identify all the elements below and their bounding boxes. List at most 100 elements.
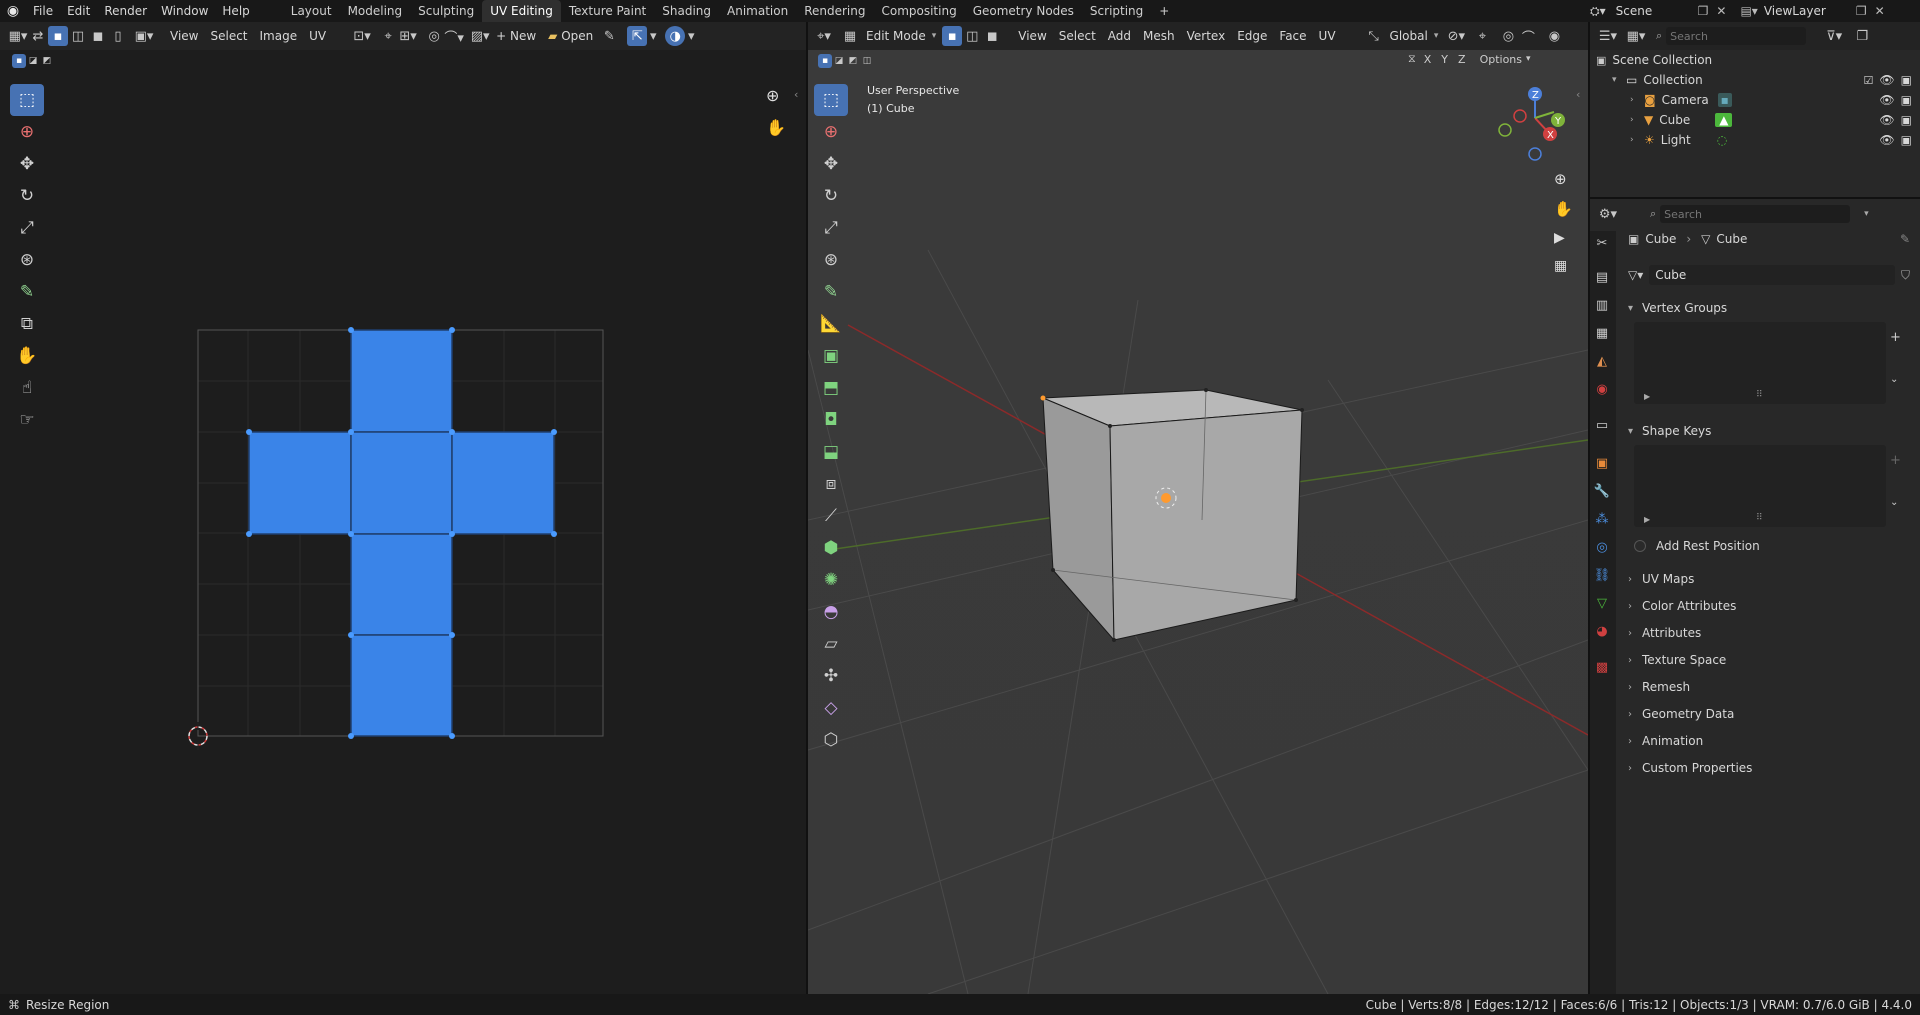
panel-vertex-groups[interactable]: ▾ Vertex Groups: [1628, 297, 1910, 319]
view-layer-name[interactable]: ViewLayer: [1764, 4, 1856, 18]
camera-visibility-icon[interactable]: 👁: [1879, 93, 1894, 107]
uv-canvas[interactable]: [0, 22, 806, 994]
vp-tool-move[interactable]: ✥: [814, 148, 848, 180]
vp-tool-loop-cut[interactable]: ⧈: [814, 468, 848, 500]
scene-collection-row[interactable]: ▣ Scene Collection: [1596, 50, 1712, 70]
edge-mode-icon[interactable]: ◫: [962, 26, 982, 46]
cube-mesh[interactable]: [1042, 389, 1303, 642]
cube-visibility-icon[interactable]: 👁: [1879, 113, 1894, 127]
mesh-name-field[interactable]: [1649, 265, 1895, 285]
vp-zoom-icon[interactable]: ⊕: [1554, 170, 1567, 188]
vp-tool-add-cube[interactable]: ▣: [814, 340, 848, 372]
add-rest-position-checkbox[interactable]: [1634, 540, 1646, 552]
menu-window[interactable]: Window: [154, 0, 215, 22]
outliner-search-input[interactable]: [1666, 27, 1807, 45]
cube-mesh-data-icon[interactable]: ▲: [1715, 113, 1733, 127]
collection-exclude-checkbox[interactable]: ☑: [1864, 74, 1874, 87]
vp-ortho-icon[interactable]: ▦: [1554, 258, 1567, 274]
add-rest-position-row[interactable]: Add Rest Position: [1634, 536, 1760, 556]
properties-type-icon[interactable]: ⚙▾: [1598, 204, 1618, 224]
tab-world-icon[interactable]: ◉: [1591, 378, 1613, 400]
collection-visibility-icon[interactable]: 👁: [1879, 73, 1894, 87]
vp-collapse-icon[interactable]: ‹: [1576, 88, 1580, 101]
options-dropdown-icon[interactable]: ▾: [1526, 54, 1531, 64]
collection-expand-icon[interactable]: ▾: [1612, 75, 1626, 85]
vp-select-invert-icon[interactable]: ◫: [860, 54, 874, 68]
vertex-group-menu-icon[interactable]: ⌄: [1890, 374, 1898, 385]
panel-custom-properties[interactable]: › Custom Properties: [1628, 757, 1910, 779]
edit-mode-icon[interactable]: ▦: [840, 26, 860, 46]
vertex-groups-expand-icon[interactable]: ▶: [1644, 392, 1650, 401]
vp-tool-spin[interactable]: ✺: [814, 564, 848, 596]
vp-pan-icon[interactable]: ✋: [1554, 200, 1573, 218]
vertex-mode-icon[interactable]: ▪: [942, 26, 963, 46]
tab-output-icon[interactable]: ▥: [1591, 294, 1613, 316]
tab-rendering[interactable]: Rendering: [796, 0, 873, 22]
pivot-point-icon[interactable]: ⊘▾: [1446, 26, 1466, 46]
menu-help[interactable]: Help: [215, 0, 256, 22]
mode-dropdown-icon[interactable]: ▾: [932, 31, 937, 41]
tab-texture-paint[interactable]: Texture Paint: [561, 0, 654, 22]
orientation-selector[interactable]: Global: [1384, 26, 1434, 46]
transform-orientation-icon[interactable]: ⤡: [1364, 26, 1384, 46]
tab-layout[interactable]: Layout: [283, 0, 340, 22]
vp-tool-annotate[interactable]: ✎: [814, 276, 848, 308]
tab-modifiers-icon[interactable]: 🔧: [1591, 480, 1613, 502]
mirror-y[interactable]: Y: [1441, 53, 1448, 66]
vp-select-new-icon[interactable]: ▪: [818, 54, 832, 68]
add-workspace-button[interactable]: +: [1151, 0, 1177, 22]
vp-menu-edge[interactable]: Edge: [1231, 26, 1273, 46]
mirror-icon[interactable]: ⧖: [1408, 52, 1416, 66]
tab-shading[interactable]: Shading: [654, 0, 719, 22]
display-mode-icon[interactable]: ▦▾: [1626, 26, 1646, 46]
light-visibility-icon[interactable]: 👁: [1879, 133, 1894, 147]
scene-icon[interactable]: ⛭▾: [1590, 4, 1606, 19]
vp-tool-select-box[interactable]: ⬚: [814, 84, 848, 116]
panel-geometry-data[interactable]: › Geometry Data: [1628, 703, 1910, 725]
vp-tool-rip[interactable]: ⬡: [814, 724, 848, 756]
panel-shape-keys[interactable]: ▾ Shape Keys: [1628, 420, 1910, 442]
mesh-browse-icon[interactable]: ▽▾: [1628, 268, 1643, 282]
collection-render-icon[interactable]: ▣: [1901, 73, 1912, 87]
tab-particles-icon[interactable]: ⁂: [1591, 508, 1613, 530]
vertex-groups-resize-icon[interactable]: ⠿: [1756, 390, 1763, 400]
vp-camera-icon[interactable]: ▶: [1554, 230, 1565, 246]
cube-render-icon[interactable]: ▣: [1901, 113, 1912, 127]
vp-tool-shear[interactable]: ◇: [814, 692, 848, 724]
shape-keys-expand-icon[interactable]: ▶: [1644, 515, 1650, 524]
camera-expand-icon[interactable]: ›: [1630, 95, 1644, 105]
vp-tool-cursor[interactable]: ⊕: [814, 116, 848, 148]
vp-tool-smooth[interactable]: ◓: [814, 596, 848, 628]
tab-compositing[interactable]: Compositing: [873, 0, 964, 22]
mode-selector[interactable]: Edit Mode: [860, 26, 932, 46]
outliner-type-icon[interactable]: ☰▾: [1598, 26, 1618, 46]
blender-logo-icon[interactable]: ◉: [0, 3, 26, 19]
collection-row[interactable]: ▾ ▭ Collection ☑ 👁 ▣: [1612, 70, 1912, 90]
scene-name[interactable]: Scene: [1616, 4, 1698, 18]
panel-attributes[interactable]: › Attributes: [1628, 622, 1910, 644]
vp-overlay-icon[interactable]: ◉: [1544, 26, 1564, 46]
options-button[interactable]: Options: [1480, 53, 1522, 66]
delete-scene-icon[interactable]: ✕: [1716, 4, 1726, 18]
outliner-item-light[interactable]: › ☀ Light ◌ 👁 ▣: [1630, 130, 1912, 150]
menu-file[interactable]: File: [26, 0, 60, 22]
outliner-item-cube[interactable]: › ▼ Cube ▲ 👁 ▣: [1630, 110, 1912, 130]
panel-animation[interactable]: › Animation: [1628, 730, 1910, 752]
camera-data-icon[interactable]: ▪: [1717, 93, 1732, 107]
vp-select-subtract-icon[interactable]: ◩: [846, 54, 860, 68]
filter-icon[interactable]: ⊽▾: [1824, 26, 1844, 46]
shape-keys-resize-icon[interactable]: ⠿: [1756, 513, 1763, 523]
tab-scripting[interactable]: Scripting: [1082, 0, 1151, 22]
vp-tool-knife[interactable]: ⟋: [814, 500, 848, 532]
viewport-editor-type-icon[interactable]: ⌖▾: [814, 26, 834, 46]
tab-material-icon[interactable]: ◕: [1591, 620, 1613, 642]
vp-tool-transform[interactable]: ⊛: [814, 244, 848, 276]
vp-menu-add[interactable]: Add: [1102, 26, 1137, 46]
tab-view-layer-icon[interactable]: ▦: [1591, 322, 1613, 344]
tab-constraints-icon[interactable]: ⛓: [1591, 564, 1613, 586]
vp-select-extend-icon[interactable]: ◪: [832, 54, 846, 68]
vp-tool-edge-slide[interactable]: ▱: [814, 628, 848, 660]
tab-render-icon[interactable]: ▤: [1591, 266, 1613, 288]
tab-uv-editing[interactable]: UV Editing: [482, 0, 561, 22]
tab-mesh-data-icon[interactable]: ▽: [1591, 592, 1613, 614]
